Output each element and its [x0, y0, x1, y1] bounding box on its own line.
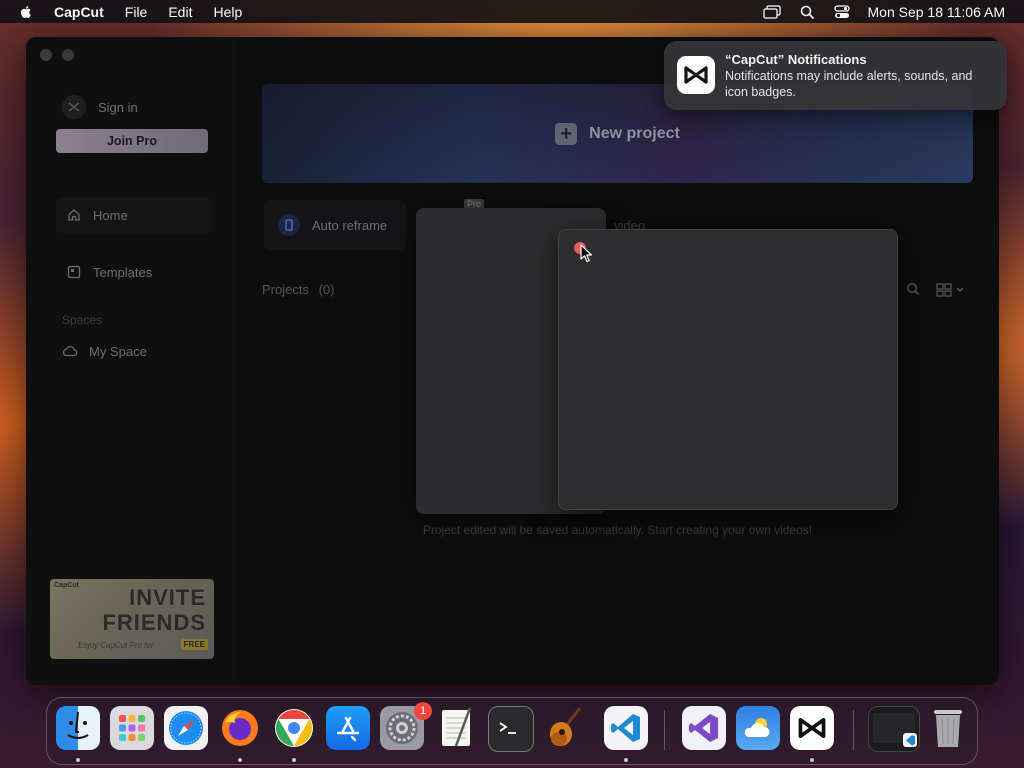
safari-icon[interactable]	[164, 706, 208, 750]
invite-friends-banner[interactable]: CapCut INVITE FRIENDS Enjoy CapCut Pro f…	[50, 579, 214, 659]
invite-title-line1: INVITE	[129, 585, 206, 610]
chrome-running-dot	[292, 758, 296, 762]
sign-in-row[interactable]: Sign in	[62, 95, 138, 119]
menu-app-name[interactable]: CapCut	[54, 4, 104, 20]
blank-popup-front[interactable]	[558, 229, 898, 510]
empty-projects-hint: Project edited will be saved automatical…	[422, 523, 813, 537]
firefox-icon[interactable]	[218, 706, 262, 750]
grid-view-icon	[936, 283, 964, 297]
sidebar-item-my-space[interactable]: My Space	[56, 343, 147, 359]
launchpad-icon[interactable]	[110, 706, 154, 750]
mouse-cursor-icon	[580, 244, 594, 264]
app-store-icon[interactable]	[326, 706, 370, 750]
avatar	[62, 95, 86, 119]
sidebar: Sign in Join Pro Home Templates Spaces M…	[26, 37, 238, 685]
capcut-window: Sign in Join Pro Home Templates Spaces M…	[26, 37, 999, 685]
vscode-icon[interactable]	[604, 706, 648, 750]
trash-icon[interactable]	[926, 706, 970, 750]
invite-title-line2: FRIENDS	[102, 610, 206, 635]
capcut-running-dot	[810, 758, 814, 762]
garageband-icon[interactable]	[542, 706, 586, 750]
finder-icon[interactable]	[56, 706, 100, 750]
notification-body: Notifications may include alerts, sounds…	[725, 69, 973, 99]
menu-file[interactable]: File	[125, 4, 148, 20]
visual-studio-icon[interactable]	[682, 706, 726, 750]
templates-icon	[66, 264, 82, 280]
control-center-icon[interactable]	[833, 4, 851, 20]
weather-icon[interactable]	[736, 706, 780, 750]
sidebar-item-templates[interactable]: Templates	[56, 264, 152, 280]
sidebar-item-home[interactable]: Home	[56, 197, 212, 233]
capcut-app-icon	[677, 56, 715, 94]
invite-subtitle: Enjoy CapCut Pro for	[78, 641, 154, 650]
notification-banner[interactable]: “CapCut” Notifications Notifications may…	[664, 41, 1007, 110]
settings-badge: 1	[414, 702, 432, 720]
screen-mirroring-icon[interactable]	[762, 4, 781, 20]
search-icon[interactable]	[798, 4, 816, 20]
notification-title: “CapCut” Notifications	[725, 52, 867, 67]
sidebar-item-home-label: Home	[93, 207, 128, 223]
menu-bar: CapCut File Edit Help Mon Sep 18 11:06 A…	[0, 0, 1024, 23]
cloud-icon	[62, 343, 78, 359]
window-close-button[interactable]	[40, 49, 52, 61]
dock-separator-2	[853, 710, 854, 750]
new-project-label: New project	[589, 124, 680, 142]
sidebar-section-spaces: Spaces	[62, 313, 103, 327]
sign-in-label: Sign in	[98, 99, 138, 115]
dock-separator	[664, 710, 665, 750]
menu-clock[interactable]: Mon Sep 18 11:06 AM	[868, 4, 1006, 20]
textedit-icon[interactable]	[434, 706, 478, 750]
menu-edit[interactable]: Edit	[168, 4, 192, 20]
window-minimize-button[interactable]	[62, 49, 74, 61]
sidebar-item-templates-label: Templates	[93, 264, 153, 280]
projects-search-icon[interactable]	[906, 282, 922, 298]
join-pro-button[interactable]: Join Pro	[56, 129, 208, 153]
recent-window-icon[interactable]	[868, 706, 920, 752]
apple-menu-icon[interactable]	[18, 4, 34, 20]
capcut-icon[interactable]	[790, 706, 834, 750]
menu-help[interactable]: Help	[213, 4, 242, 20]
vscode-running-dot	[624, 758, 628, 762]
auto-reframe-label: Auto reframe	[312, 217, 388, 233]
chrome-icon[interactable]	[272, 706, 316, 750]
view-mode-toggle[interactable]	[936, 281, 968, 299]
plus-icon: +	[555, 122, 578, 145]
firefox-running-dot	[238, 758, 242, 762]
finder-running-dot	[76, 758, 80, 762]
projects-heading: Projects (0)	[262, 282, 334, 297]
projects-label: Projects	[262, 282, 309, 297]
dock: 1	[46, 697, 978, 765]
home-icon	[66, 207, 82, 223]
invite-brand-logo: CapCut	[54, 582, 79, 589]
invite-free-badge: FREE	[180, 639, 208, 650]
sidebar-item-my-space-label: My Space	[89, 343, 147, 359]
auto-reframe-icon	[278, 214, 300, 236]
auto-reframe-button[interactable]: Auto reframe	[264, 200, 406, 250]
projects-count: (0)	[318, 282, 335, 297]
terminal-icon[interactable]	[488, 706, 534, 752]
